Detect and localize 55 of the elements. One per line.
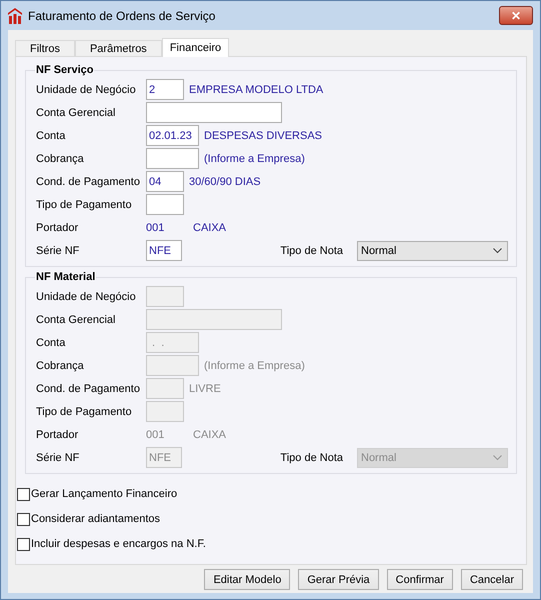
field-label: Tipo de Pagamento (36, 198, 133, 210)
input-field[interactable]: 02.01.23 (146, 125, 199, 146)
field-label: Conta Gerencial (36, 106, 116, 118)
tab[interactable]: Filtros (15, 40, 75, 56)
tab[interactable]: Financeiro (162, 38, 230, 57)
field-label: Unidade de Negócio (36, 290, 137, 302)
field-label: Portador (36, 222, 80, 234)
field-label: Cobrança (36, 152, 85, 164)
input-field[interactable]: 2 (146, 79, 184, 100)
input-field[interactable]: NFE (146, 240, 182, 261)
field-note: LIVRE (189, 382, 221, 394)
checkbox-label: Considerar adiantamentos (31, 513, 160, 525)
checkbox[interactable] (17, 512, 30, 526)
dialog-button[interactable]: Gerar Prévia (298, 569, 379, 590)
field-note: (Informe a Empresa) (204, 360, 305, 372)
checkbox[interactable] (17, 488, 30, 500)
checkbox[interactable] (17, 538, 30, 550)
portador-name: CAIXA (193, 428, 226, 440)
group-title: NF Serviço (35, 64, 94, 76)
select-label: Tipo de Nota (280, 452, 343, 464)
field-label: Série NF (36, 244, 80, 256)
select-label: Tipo de Nota (280, 244, 343, 256)
checkbox-label: Gerar Lançamento Financeiro (31, 488, 178, 500)
field-note: EMPRESA MODELO LTDA (189, 84, 324, 96)
field-note: DESPESAS DIVERSAS (204, 130, 322, 142)
field-note: (Informe a Empresa) (204, 152, 305, 164)
input-field[interactable]: 04 (146, 171, 184, 192)
portador-name: CAIXA (193, 222, 226, 234)
field-label: Cond. de Pagamento (36, 176, 141, 188)
tab[interactable]: Parâmetros (74, 40, 162, 56)
input-field[interactable] (146, 194, 184, 215)
field-label: Unidade de Negócio (36, 84, 137, 96)
field-label: Conta (36, 130, 66, 142)
input-field[interactable] (146, 148, 199, 169)
field-label: Cond. de Pagamento (36, 382, 141, 394)
dropdown[interactable]: Normal (357, 240, 508, 260)
portador-code: 001 (146, 428, 166, 440)
field-label: Conta Gerencial (36, 314, 116, 326)
dialog-button[interactable]: Confirmar (386, 569, 453, 590)
chevron-icon (493, 454, 502, 460)
field-label: Cobrança (36, 360, 85, 372)
dialog-button[interactable]: Editar Modelo (204, 569, 290, 590)
portador-code: 001 (146, 222, 166, 234)
chevron-icon (493, 248, 502, 254)
window-title: Faturamento de Ordens de Serviço (28, 8, 216, 22)
field-note: 30/60/90 DIAS (189, 176, 261, 188)
field-label: Tipo de Pagamento (36, 406, 133, 418)
input-field[interactable] (146, 102, 282, 123)
app-logo-icon (8, 8, 22, 24)
field-label: Série NF (36, 452, 80, 464)
dialog-button[interactable]: Cancelar (460, 569, 523, 590)
field-label: Portador (36, 428, 80, 440)
checkbox-label: Incluir despesas e encargos na N.F. (31, 538, 206, 550)
group-title: NF Material (35, 271, 96, 283)
field-label: Conta (36, 336, 66, 348)
